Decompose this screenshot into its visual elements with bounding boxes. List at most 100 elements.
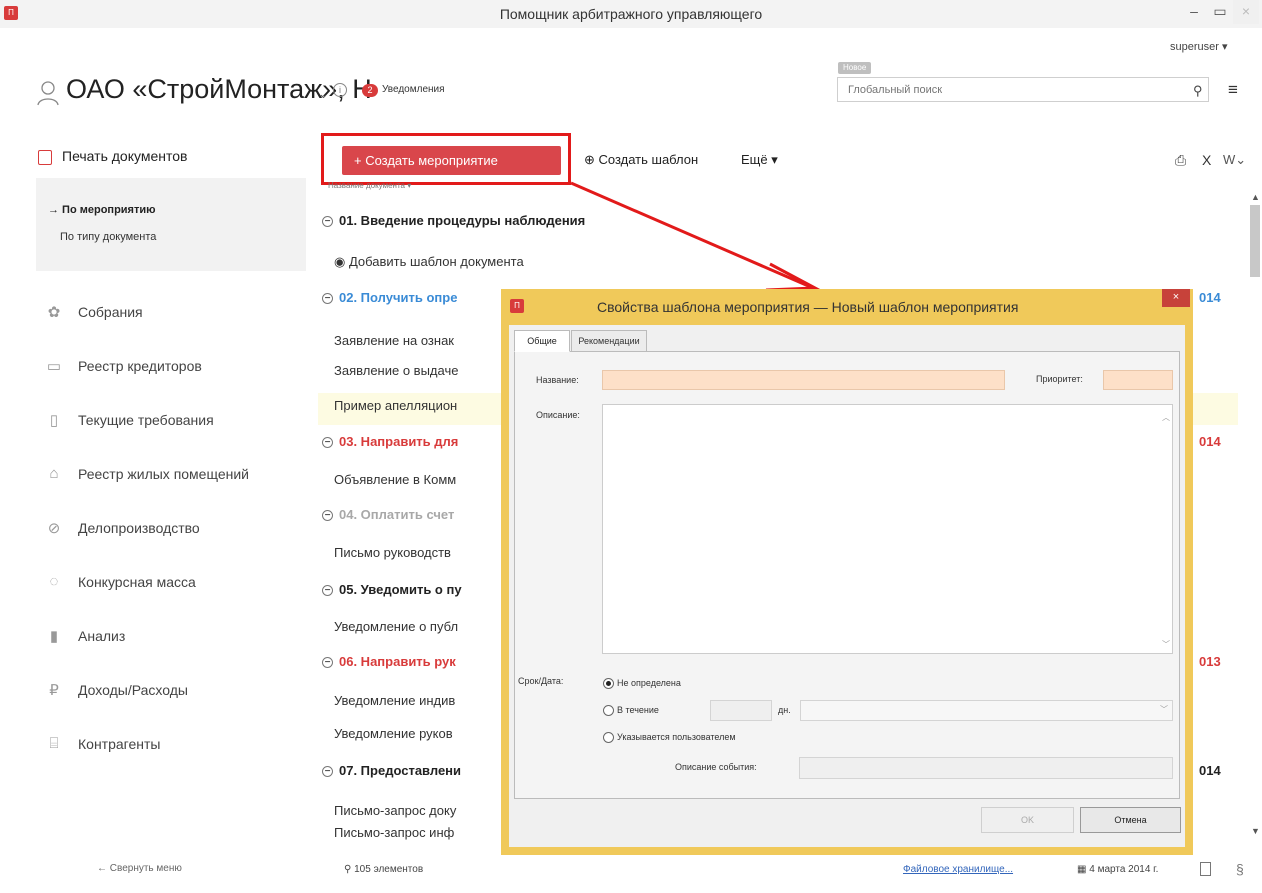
app-logo-icon: Π — [510, 299, 524, 313]
cancel-button[interactable]: Отмена — [1080, 807, 1181, 833]
radio-undefined-label[interactable]: Не определена — [617, 678, 681, 688]
status-item-count: ⚲ 105 элементов — [344, 864, 424, 875]
new-tag: Новое — [838, 62, 872, 74]
document-row[interactable]: Письмо-запрос доку — [334, 803, 456, 818]
maximize-button[interactable]: ▭ — [1207, 0, 1233, 24]
group-row[interactable]: −01. Введение процедуры наблюдения — [322, 213, 585, 228]
document-row[interactable]: Уведомление о публ — [334, 619, 458, 634]
document-row[interactable]: Письмо-запрос инф — [334, 825, 454, 840]
create-template-button[interactable]: ⊕ Создать шаблон — [584, 152, 698, 168]
dialog-body: Общие Рекомендации Название: Приоритет: … — [509, 325, 1185, 847]
minimize-button[interactable]: – — [1181, 0, 1207, 24]
dialog-close-button[interactable]: × — [1162, 289, 1190, 307]
document-row[interactable]: Пример апелляцион — [334, 398, 457, 413]
scroll-down-arrow-icon[interactable]: ▼ — [1251, 826, 1260, 836]
chevron-down-icon[interactable]: ﹀ — [1160, 704, 1168, 715]
tab-recommendations[interactable]: Рекомендации — [571, 330, 647, 352]
document-icon: ▯ — [49, 412, 59, 429]
register-icon: ▭ — [46, 358, 62, 375]
scroll-thumb[interactable] — [1250, 205, 1260, 277]
document-row[interactable]: Объявление в Комм — [334, 472, 456, 487]
collapse-minus-icon[interactable]: − — [322, 293, 333, 304]
collapse-minus-icon[interactable]: − — [322, 657, 333, 668]
notes-icon[interactable] — [1200, 862, 1211, 876]
radio-user-defined[interactable] — [603, 732, 614, 743]
printer-icon[interactable]: ⎙ — [1175, 152, 1186, 169]
period-select[interactable] — [800, 700, 1173, 721]
global-search-box[interactable] — [837, 77, 1209, 102]
description-textarea[interactable] — [602, 404, 1173, 654]
priority-field[interactable] — [1103, 370, 1173, 390]
collapse-menu-button[interactable]: ← Свернуть меню — [97, 863, 182, 874]
dialog-title: Свойства шаблона мероприятия — Новый шаб… — [597, 299, 1019, 315]
person-icon — [37, 81, 59, 106]
document-row[interactable]: Заявление о выдаче — [334, 363, 458, 378]
search-icon[interactable]: ⚲ — [1193, 83, 1203, 99]
word-export-icon[interactable]: W⌄ — [1223, 152, 1246, 168]
excel-export-icon[interactable]: X — [1202, 152, 1211, 168]
global-search-input[interactable] — [838, 78, 1158, 101]
title-bar: Π Помощник арбитражного управляющего – ▭… — [0, 0, 1262, 28]
collapse-minus-icon[interactable]: − — [322, 766, 333, 777]
list-scrollbar[interactable] — [1248, 192, 1262, 842]
scroll-up-arrow-icon[interactable]: ▲ — [1251, 192, 1260, 202]
group-date: 014 — [1199, 290, 1221, 305]
chevron-down-icon[interactable]: ﹀ — [1162, 639, 1170, 650]
ruble-icon: ₽ — [49, 682, 59, 699]
radio-undefined[interactable] — [603, 678, 614, 689]
paperclip-icon: ⊘ — [47, 520, 61, 537]
description-label: Описание: — [536, 410, 580, 420]
tab-general[interactable]: Общие — [514, 330, 570, 352]
dialog-title-bar[interactable]: Π Свойства шаблона мероприятия — Новый ш… — [501, 289, 1193, 325]
chevron-down-icon[interactable]: ⌄ — [318, 86, 329, 102]
document-row[interactable]: Уведомление руков — [334, 726, 453, 741]
annotation-highlight-box — [321, 133, 571, 185]
file-storage-link[interactable]: Файловое хранилище... — [903, 864, 1013, 875]
document-row[interactable]: Уведомление индив — [334, 693, 455, 708]
user-menu[interactable]: superuser ▾ — [1170, 40, 1228, 53]
sidebar-subitem-by-event[interactable]: → По мероприятию — [48, 204, 156, 216]
house-icon: ⌂ — [49, 465, 59, 482]
chevron-up-icon[interactable]: ︿ — [1162, 412, 1170, 423]
ok-button[interactable]: OK — [981, 807, 1074, 833]
deadline-label: Срок/Дата: — [518, 676, 564, 686]
radio-within-label[interactable]: В течение — [617, 705, 659, 715]
radio-user-defined-label[interactable]: Указывается пользователем — [617, 732, 736, 742]
event-description-field[interactable] — [799, 757, 1173, 779]
document-row[interactable]: Письмо руководств — [334, 545, 451, 560]
notification-count-badge[interactable]: 2 — [362, 84, 378, 97]
hamburger-menu-icon[interactable]: ≡ — [1228, 80, 1238, 100]
document-row[interactable]: Заявление на ознак — [334, 333, 454, 348]
collapse-minus-icon[interactable]: − — [322, 510, 333, 521]
days-unit-label: дн. — [778, 705, 791, 715]
collapse-minus-icon[interactable]: − — [322, 216, 333, 227]
section-sign-icon[interactable]: § — [1236, 861, 1244, 877]
document-row[interactable]: ◉ Добавить шаблон документа — [334, 254, 524, 270]
box-icon: ◌ — [49, 573, 59, 590]
group-row[interactable]: −04. Оплатить счет — [322, 507, 454, 522]
group-row[interactable]: −07. Предоставлени — [322, 763, 461, 778]
group-row[interactable]: −02. Получить опре — [322, 290, 457, 305]
notifications-link[interactable]: Уведомления — [382, 84, 445, 95]
collapse-minus-icon[interactable]: − — [322, 437, 333, 448]
group-row[interactable]: −03. Направить для — [322, 434, 458, 449]
days-field[interactable] — [710, 700, 772, 721]
group-date: 014 — [1199, 763, 1221, 778]
radio-within[interactable] — [603, 705, 614, 716]
info-icon[interactable]: i — [333, 83, 347, 97]
column-header-document-name[interactable]: Название документа ▾ — [328, 181, 411, 190]
more-menu-button[interactable]: Ещё ▾ — [741, 152, 778, 168]
sidebar-subitem-by-doc-type[interactable]: По типу документа — [60, 231, 156, 243]
close-button[interactable]: × — [1233, 0, 1259, 24]
sidebar-item-print-documents[interactable]: Печать документов — [62, 148, 187, 164]
bar-chart-icon: ▮ — [49, 628, 59, 645]
window-title: Помощник арбитражного управляющего — [499, 6, 763, 22]
name-field[interactable] — [602, 370, 1005, 390]
meeting-icon: ✿ — [47, 304, 61, 321]
group-row[interactable]: −05. Уведомить о пу — [322, 582, 462, 597]
collapse-minus-icon[interactable]: − — [322, 585, 333, 596]
group-row[interactable]: −06. Направить рук — [322, 654, 456, 669]
name-label: Название: — [536, 375, 579, 385]
event-description-label: Описание события: — [675, 762, 757, 772]
sidebar-subpanel — [36, 178, 306, 271]
